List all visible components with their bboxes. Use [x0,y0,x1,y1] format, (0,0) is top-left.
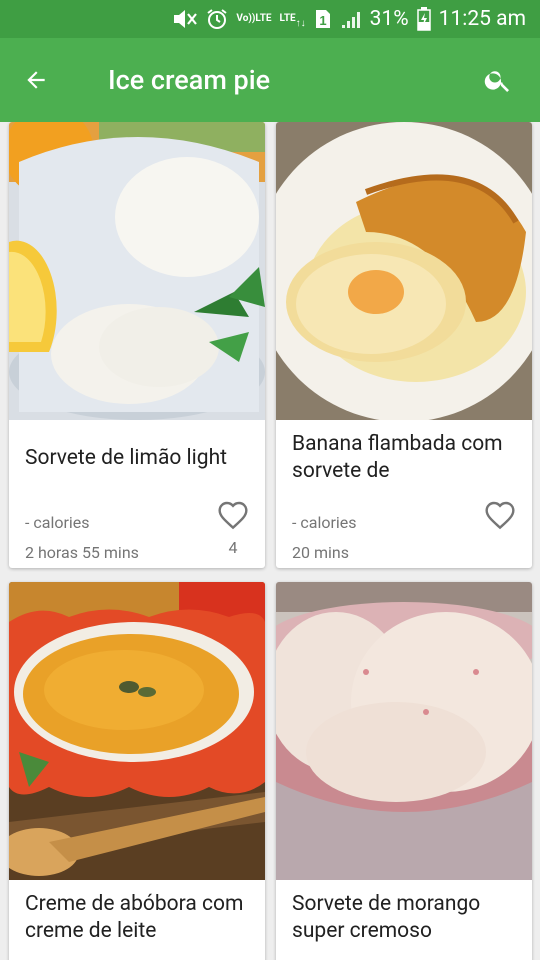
recipe-photo [276,122,532,420]
recipe-time: 20 mins [292,543,349,562]
volte-label: Vo)) [236,13,256,24]
recipe-card[interactable]: Banana flambada com sorvete de - calorie… [276,122,532,568]
sim-icon: 1 [314,8,332,30]
favorite-count: 4 [228,538,238,557]
favorite-button[interactable] [484,500,516,538]
recipe-grid: Sorvete de limão light - calories 2 hora… [0,122,540,960]
status-bar: Vo)) LTE LTE ↑↓ 1 31% 11:25 am [0,0,540,38]
recipe-calories: - calories [292,513,357,532]
recipe-calories: - calories [25,513,90,532]
signal-icon [340,8,362,30]
lte-data-icon: LTE ↑↓ [279,13,306,29]
battery-charging-icon [416,7,431,31]
back-button[interactable] [0,38,72,122]
favorite-button[interactable]: 4 [217,500,249,557]
recipe-time: 2 horas 55 mins [25,543,139,562]
recipe-title: Creme de abóbora com creme de leite [25,892,244,943]
recipe-photo [9,582,265,880]
recipe-photo [9,122,265,420]
heart-icon [485,501,515,530]
recipe-title: Sorvete de morango super cremoso [292,892,481,943]
recipe-title: Sorvete de limão light [25,445,228,470]
battery-percent: 31% [369,7,409,31]
search-icon [484,71,509,92]
recipe-card[interactable]: Sorvete de limão light - calories 2 hora… [9,122,265,568]
page-title: Ice cream pie [108,64,271,96]
mute-icon [172,8,198,30]
clock: 11:25 am [438,7,526,31]
heart-icon [218,501,248,530]
recipe-card[interactable]: Creme de abóbora com creme de leite [9,582,265,960]
lte-label: LTE [279,13,296,24]
alarm-icon [206,8,228,30]
recipe-card[interactable]: Sorvete de morango super cremoso [276,582,532,960]
search-button[interactable] [468,38,528,122]
arrow-back-icon [27,71,45,89]
volte-lte-label: LTE [255,13,272,24]
sim-number: 1 [319,13,326,28]
app-bar: Ice cream pie [0,38,540,122]
recipe-photo [276,582,532,880]
recipe-title: Banana flambada com sorvete de [292,432,503,483]
volte-icon: Vo)) LTE [236,14,271,24]
